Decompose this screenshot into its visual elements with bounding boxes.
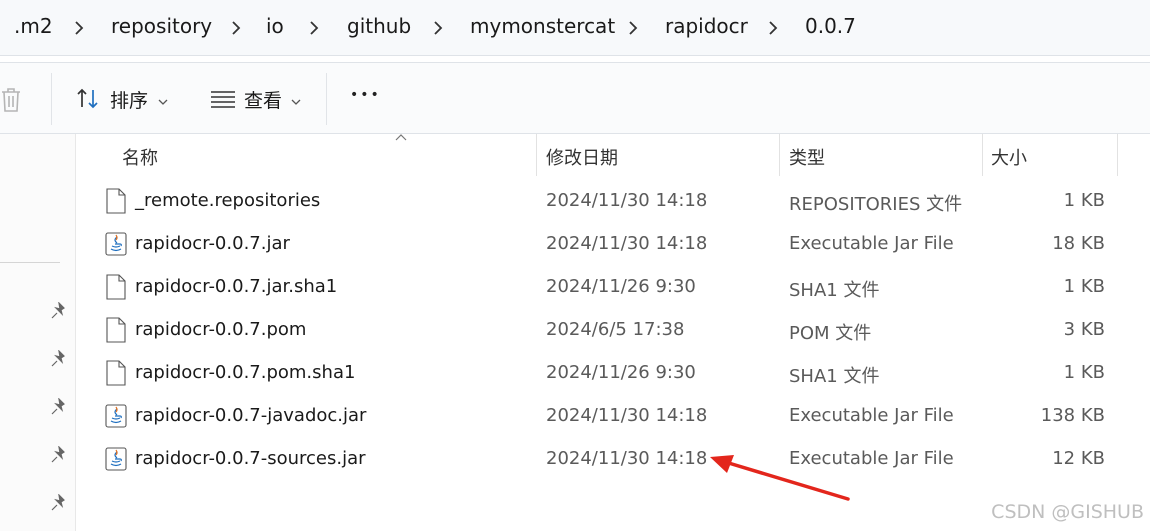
chevron-right-icon[interactable]	[431, 18, 445, 38]
file-name: _remote.repositories	[135, 190, 321, 211]
column-divider[interactable]	[779, 134, 780, 176]
breadcrumb-item[interactable]: repository	[111, 14, 212, 38]
column-divider[interactable]	[536, 134, 537, 176]
java-jar-icon	[105, 232, 127, 256]
file-row[interactable]: rapidocr-0.0.7-javadoc.jar 2024/11/30 14…	[77, 396, 1117, 439]
file-size: 18 KB	[1052, 233, 1105, 254]
breadcrumb-item[interactable]: rapidocr	[665, 14, 748, 38]
java-jar-icon	[105, 447, 127, 471]
java-jar-icon	[105, 404, 127, 428]
delete-trash-icon[interactable]	[0, 87, 22, 113]
file-row[interactable]: rapidocr-0.0.7.jar.sha1 2024/11/26 9:30 …	[77, 267, 1117, 310]
breadcrumb-item[interactable]: github	[347, 14, 411, 38]
breadcrumb-item-current[interactable]: 0.0.7	[805, 14, 856, 38]
file-type: POM 文件	[789, 323, 872, 344]
sort-arrows-icon	[77, 88, 98, 109]
breadcrumb: .m2 repository io github mymonstercat ra…	[0, 0, 1150, 56]
file-date: 2024/11/30 14:18	[546, 405, 708, 426]
navigation-pane	[0, 134, 76, 531]
toolbar-separator	[326, 73, 327, 125]
chevron-right-icon[interactable]	[229, 18, 243, 38]
file-date: 2024/11/26 9:30	[546, 276, 696, 297]
toolbar-separator	[51, 73, 52, 125]
file-size: 138 KB	[1040, 405, 1105, 426]
chevron-right-icon[interactable]	[766, 18, 780, 38]
file-date: 2024/11/30 14:18	[546, 190, 708, 211]
file-size: 1 KB	[1063, 190, 1105, 211]
view-label: 查看	[244, 89, 283, 112]
file-type: Executable Jar File	[789, 405, 954, 426]
chevron-down-icon[interactable]	[291, 98, 301, 106]
file-row[interactable]: _remote.repositories 2024/11/30 14:18 RE…	[77, 181, 1117, 224]
column-date[interactable]: 修改日期	[546, 144, 618, 170]
file-name: rapidocr-0.0.7.pom.sha1	[135, 362, 356, 383]
file-date: 2024/11/30 14:18	[546, 233, 708, 254]
breadcrumb-item[interactable]: io	[266, 14, 284, 38]
file-type: SHA1 文件	[789, 366, 880, 387]
file-size: 12 KB	[1052, 448, 1105, 469]
column-divider[interactable]	[982, 134, 983, 176]
file-name: rapidocr-0.0.7.jar.sha1	[135, 276, 338, 297]
file-name: rapidocr-0.0.7.jar	[135, 233, 290, 254]
file-date: 2024/11/26 9:30	[546, 362, 696, 383]
pin-icon[interactable]	[50, 302, 68, 320]
file-name: rapidocr-0.0.7-sources.jar	[135, 448, 366, 469]
file-size: 3 KB	[1063, 319, 1105, 340]
pin-icon[interactable]	[50, 398, 68, 416]
file-type: Executable Jar File	[789, 233, 954, 254]
more-options-icon[interactable]: •••	[350, 87, 381, 103]
file-name: rapidocr-0.0.7-javadoc.jar	[135, 405, 367, 426]
file-row[interactable]: rapidocr-0.0.7.pom 2024/6/5 17:38 POM 文件…	[77, 310, 1117, 353]
document-icon	[106, 317, 126, 343]
file-type: REPOSITORIES 文件	[789, 194, 963, 215]
file-row[interactable]: rapidocr-0.0.7-sources.jar 2024/11/30 14…	[77, 439, 1117, 482]
column-divider[interactable]	[1117, 134, 1118, 176]
pin-icon[interactable]	[50, 350, 68, 368]
file-date: 2024/11/30 14:18	[546, 448, 708, 469]
file-name: rapidocr-0.0.7.pom	[135, 319, 307, 340]
sort-button[interactable]: 排序	[76, 79, 148, 119]
file-row[interactable]: rapidocr-0.0.7.pom.sha1 2024/11/26 9:30 …	[77, 353, 1117, 396]
view-list-icon	[211, 91, 235, 108]
pin-icon[interactable]	[50, 494, 68, 512]
chevron-right-icon[interactable]	[626, 18, 640, 38]
chevron-right-icon[interactable]	[307, 18, 321, 38]
chevron-down-icon[interactable]	[158, 98, 168, 106]
view-button[interactable]: 查看	[210, 79, 282, 119]
sort-label: 排序	[110, 89, 149, 112]
command-bar: 排序 查看 •••	[0, 62, 1150, 134]
document-icon	[106, 188, 126, 214]
document-icon	[106, 360, 126, 386]
column-header: 名称 修改日期 类型 大小	[77, 134, 1150, 176]
breadcrumb-item[interactable]: mymonstercat	[470, 14, 615, 38]
file-size: 1 KB	[1063, 276, 1105, 297]
annotation-arrow-icon	[710, 455, 850, 501]
breadcrumb-item[interactable]: .m2	[14, 14, 53, 38]
column-type[interactable]: 类型	[789, 144, 825, 170]
file-row[interactable]: rapidocr-0.0.7.jar 2024/11/30 14:18 Exec…	[77, 224, 1117, 267]
file-date: 2024/6/5 17:38	[546, 319, 685, 340]
chevron-right-icon[interactable]	[72, 18, 86, 38]
pin-icon[interactable]	[50, 446, 68, 464]
column-size[interactable]: 大小	[991, 144, 1027, 170]
sort-ascending-icon	[395, 134, 407, 141]
column-name[interactable]: 名称	[122, 144, 158, 170]
document-icon	[106, 274, 126, 300]
watermark: CSDN @GISHUB	[991, 501, 1144, 523]
file-size: 1 KB	[1063, 362, 1105, 383]
file-type: SHA1 文件	[789, 280, 880, 301]
nav-divider	[0, 262, 60, 263]
